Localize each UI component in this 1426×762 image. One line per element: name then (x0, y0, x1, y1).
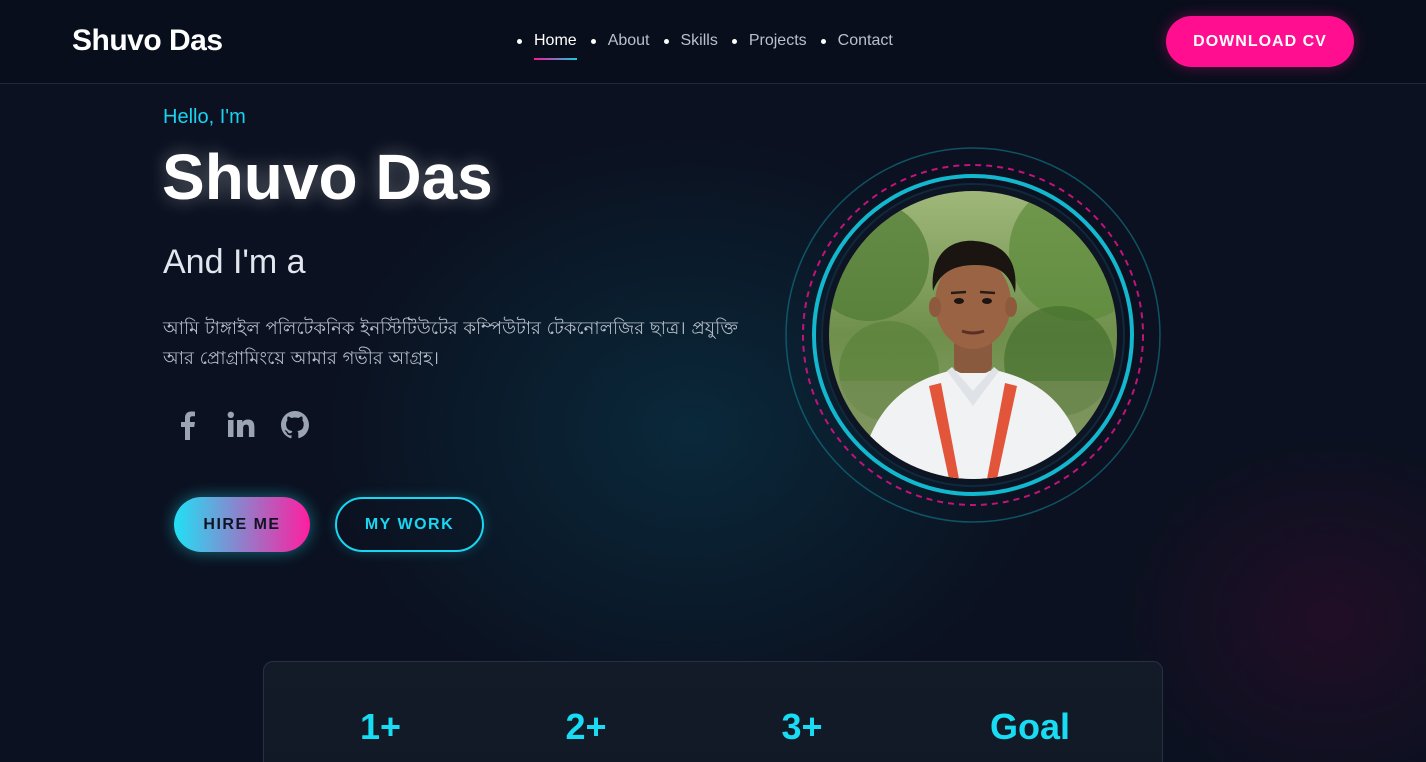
nav-about[interactable]: About (590, 30, 650, 52)
nav-home-label[interactable]: Home (534, 32, 577, 50)
nav-projects-label[interactable]: Projects (749, 32, 807, 50)
linkedin-icon[interactable] (224, 408, 258, 442)
hero-name: Shuvo Das (162, 141, 493, 213)
stat-years: 1+ (360, 706, 402, 747)
nav-bullet-icon (731, 38, 737, 44)
nav-bullet-icon (517, 38, 522, 44)
hero-greeting: Hello, I'm (163, 106, 246, 128)
nav-contact[interactable]: Contact (820, 30, 893, 52)
site-logo[interactable]: Shuvo Das (72, 24, 223, 58)
nav-bullet-icon (590, 38, 596, 44)
github-icon[interactable] (278, 408, 312, 442)
main-nav: Home About Skills Projects Contact (517, 30, 907, 52)
stat-projects: 2+ (565, 706, 607, 747)
site-header: Shuvo Das Home About Skills Projects Con… (0, 0, 1426, 84)
nav-bullet-icon (820, 38, 826, 44)
nav-skills[interactable]: Skills (663, 30, 718, 52)
stats-card: 1+ 2+ 3+ Goal (263, 661, 1163, 762)
facebook-icon[interactable] (170, 408, 204, 442)
stat-goal: Goal (990, 706, 1071, 747)
profile-photo (829, 191, 1117, 479)
stat-skills: 3+ (781, 706, 823, 747)
nav-about-label[interactable]: About (608, 32, 650, 50)
profile-avatar (784, 146, 1162, 524)
hero-role: And I'm a (163, 243, 306, 281)
my-work-button[interactable]: MY WORK (335, 497, 484, 552)
download-cv-button[interactable]: DOWNLOAD CV (1166, 16, 1354, 67)
social-links (170, 408, 312, 442)
hero-bio: আমি টাঙ্গাইল পলিটেকনিক ইনস্টিটিউটের কম্প… (163, 318, 738, 369)
nav-contact-label[interactable]: Contact (838, 32, 893, 50)
hire-me-button[interactable]: HIRE ME (174, 497, 310, 552)
nav-home[interactable]: Home (517, 30, 577, 52)
nav-projects[interactable]: Projects (731, 30, 807, 52)
nav-bullet-icon (663, 38, 669, 44)
nav-skills-label[interactable]: Skills (681, 32, 718, 50)
